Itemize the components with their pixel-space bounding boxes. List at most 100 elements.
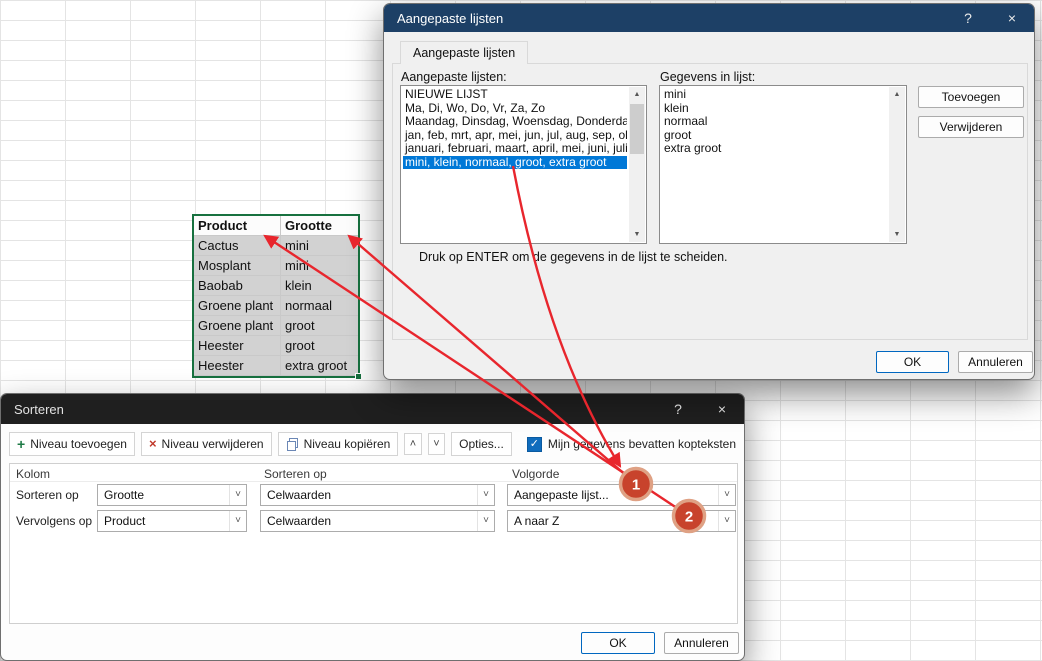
- screen: Product Grootte Cactus mini Mosplant min…: [0, 0, 1042, 661]
- sort-dialog: Sorteren ? × + Niveau toevoegen × Niveau…: [0, 393, 745, 661]
- copy-level-button[interactable]: Niveau kopiëren: [277, 432, 399, 456]
- entries-label: Gegevens in lijst:: [660, 70, 756, 84]
- table-cell[interactable]: mini: [281, 256, 358, 276]
- check-icon: ✓: [529, 437, 539, 450]
- move-level-up-button[interactable]: ˄: [404, 433, 422, 455]
- column-header-kolom: Kolom: [16, 467, 51, 481]
- chevron-down-icon: ˅: [718, 511, 735, 531]
- custom-lists-listbox[interactable]: NIEUWE LIJST Ma, Di, Wo, Do, Vr, Za, Zo …: [400, 85, 647, 244]
- scroll-up-icon[interactable]: ▲: [629, 87, 645, 102]
- table-cell[interactable]: Heester: [194, 336, 281, 356]
- move-level-down-button[interactable]: ˅: [427, 433, 446, 455]
- data-table: Product Grootte Cactus mini Mosplant min…: [192, 214, 362, 380]
- lists-cancel-button[interactable]: Annuleren: [958, 351, 1033, 373]
- lists-ok-button[interactable]: OK: [876, 351, 949, 373]
- table-row: Heester groot: [194, 336, 358, 356]
- copy-icon: [286, 437, 298, 451]
- table-cell[interactable]: groot: [281, 336, 358, 356]
- sort-columns-header: Kolom Sorteren op Volgorde: [10, 464, 737, 482]
- sort-cancel-button[interactable]: Annuleren: [664, 632, 739, 654]
- headers-checkbox[interactable]: ✓: [526, 436, 542, 452]
- help-icon[interactable]: ?: [946, 10, 990, 26]
- column-header-volgorde: Volgorde: [512, 467, 560, 481]
- tab-aangepaste-lijsten[interactable]: Aangepaste lijsten: [400, 41, 529, 64]
- custom-list-item[interactable]: Ma, Di, Wo, Do, Vr, Za, Zo: [403, 102, 627, 116]
- list-entries-listbox[interactable]: mini klein normaal groot extra groot ▲ ▼: [659, 85, 907, 244]
- options-label: Opties...: [459, 437, 504, 451]
- table-row: Baobab klein: [194, 276, 358, 296]
- level1-column-select[interactable]: Grootte ˅: [97, 484, 247, 506]
- table-cell[interactable]: extra groot: [281, 356, 358, 376]
- table-cell[interactable]: Baobab: [194, 276, 281, 296]
- close-icon[interactable]: ×: [990, 10, 1034, 26]
- chevron-down-icon: ˅: [477, 511, 494, 531]
- table-cell[interactable]: normaal: [281, 296, 358, 316]
- chevron-down-icon: ˅: [718, 485, 735, 505]
- level2-column-select[interactable]: Product ˅: [97, 510, 247, 532]
- list-entry-item[interactable]: groot: [662, 129, 887, 143]
- headers-checkbox-label[interactable]: Mijn gegevens bevatten kopteksten: [548, 437, 736, 451]
- table-cell[interactable]: Groene plant: [194, 316, 281, 336]
- column-header-product[interactable]: Product: [194, 216, 281, 236]
- help-icon[interactable]: ?: [656, 401, 700, 417]
- table-cell[interactable]: groot: [281, 316, 358, 336]
- level1-label: Sorteren op: [16, 488, 79, 502]
- sort-toolbar: + Niveau toevoegen × Niveau verwijderen …: [1, 430, 744, 458]
- level1-sorton-select[interactable]: Celwaarden ˅: [260, 484, 495, 506]
- lists-label: Aangepaste lijsten:: [401, 70, 507, 84]
- table-row: Cactus mini: [194, 236, 358, 256]
- chevron-down-icon: ˅: [229, 511, 246, 531]
- level2-sorton-select[interactable]: Celwaarden ˅: [260, 510, 495, 532]
- options-button[interactable]: Opties...: [451, 432, 512, 456]
- table-header-row: Product Grootte: [194, 216, 358, 236]
- delete-level-label: Niveau verwijderen: [161, 437, 264, 451]
- scrollbar[interactable]: ▲ ▼: [629, 87, 645, 242]
- scroll-up-icon[interactable]: ▲: [889, 87, 905, 102]
- table-cell[interactable]: Mosplant: [194, 256, 281, 276]
- sort-levels-box: Kolom Sorteren op Volgorde Sorteren op G…: [9, 463, 738, 624]
- custom-lists-dialog: Aangepaste lijsten ? × Aangepaste lijste…: [383, 3, 1035, 380]
- chevron-up-icon: ˄: [409, 438, 417, 450]
- custom-list-item[interactable]: NIEUWE LIJST: [403, 88, 627, 102]
- table-cell[interactable]: Groene plant: [194, 296, 281, 316]
- sort-dialog-titlebar[interactable]: Sorteren ? ×: [1, 394, 744, 424]
- custom-lists-titlebar[interactable]: Aangepaste lijsten ? ×: [384, 4, 1034, 32]
- level2-label: Vervolgens op: [16, 514, 93, 528]
- list-entry-item[interactable]: klein: [662, 102, 887, 116]
- list-entry-item[interactable]: extra groot: [662, 142, 887, 156]
- sort-ok-button[interactable]: OK: [581, 632, 655, 654]
- selection-fill-handle[interactable]: [355, 373, 362, 380]
- custom-list-item[interactable]: januari, februari, maart, april, mei, ju…: [403, 142, 627, 156]
- column-header-grootte[interactable]: Grootte: [281, 216, 358, 236]
- table-row: Groene plant normaal: [194, 296, 358, 316]
- scroll-down-icon[interactable]: ▼: [889, 227, 905, 242]
- column-header-sorteren-op: Sorteren op: [264, 467, 327, 481]
- table-cell[interactable]: klein: [281, 276, 358, 296]
- list-entry-item[interactable]: normaal: [662, 115, 887, 129]
- close-icon[interactable]: ×: [700, 401, 744, 417]
- scroll-down-icon[interactable]: ▼: [629, 227, 645, 242]
- custom-list-item-selected[interactable]: mini, klein, normaal, groot, extra groot: [403, 155, 627, 169]
- enter-hint-text: Druk op ENTER om de gegevens in de lijst…: [419, 250, 728, 264]
- list-entry-item[interactable]: mini: [662, 88, 887, 102]
- table-row: Heester extra groot: [194, 356, 358, 376]
- delete-x-icon: ×: [148, 436, 157, 451]
- level2-order-select[interactable]: A naar Z ˅: [507, 510, 736, 532]
- level1-order-select[interactable]: Aangepaste lijst... ˅: [507, 484, 736, 506]
- custom-list-item[interactable]: Maandag, Dinsdag, Woensdag, Donderdag,: [403, 115, 627, 129]
- delete-list-button[interactable]: Verwijderen: [918, 116, 1024, 138]
- table-cell[interactable]: mini: [281, 236, 358, 256]
- chevron-down-icon: ˅: [477, 485, 494, 505]
- chevron-down-icon: ˅: [229, 485, 246, 505]
- table-cell[interactable]: Heester: [194, 356, 281, 376]
- table-cell[interactable]: Cactus: [194, 236, 281, 256]
- scrollbar-thumb[interactable]: [630, 104, 644, 154]
- add-list-button[interactable]: Toevoegen: [918, 86, 1024, 108]
- add-level-button[interactable]: + Niveau toevoegen: [9, 432, 135, 456]
- table-row: Mosplant mini: [194, 256, 358, 276]
- copy-level-label: Niveau kopiëren: [303, 437, 391, 451]
- scrollbar[interactable]: ▲ ▼: [889, 87, 905, 242]
- table-row: Groene plant groot: [194, 316, 358, 336]
- delete-level-button[interactable]: × Niveau verwijderen: [140, 432, 272, 456]
- custom-list-item[interactable]: jan, feb, mrt, apr, mei, jun, jul, aug, …: [403, 129, 627, 143]
